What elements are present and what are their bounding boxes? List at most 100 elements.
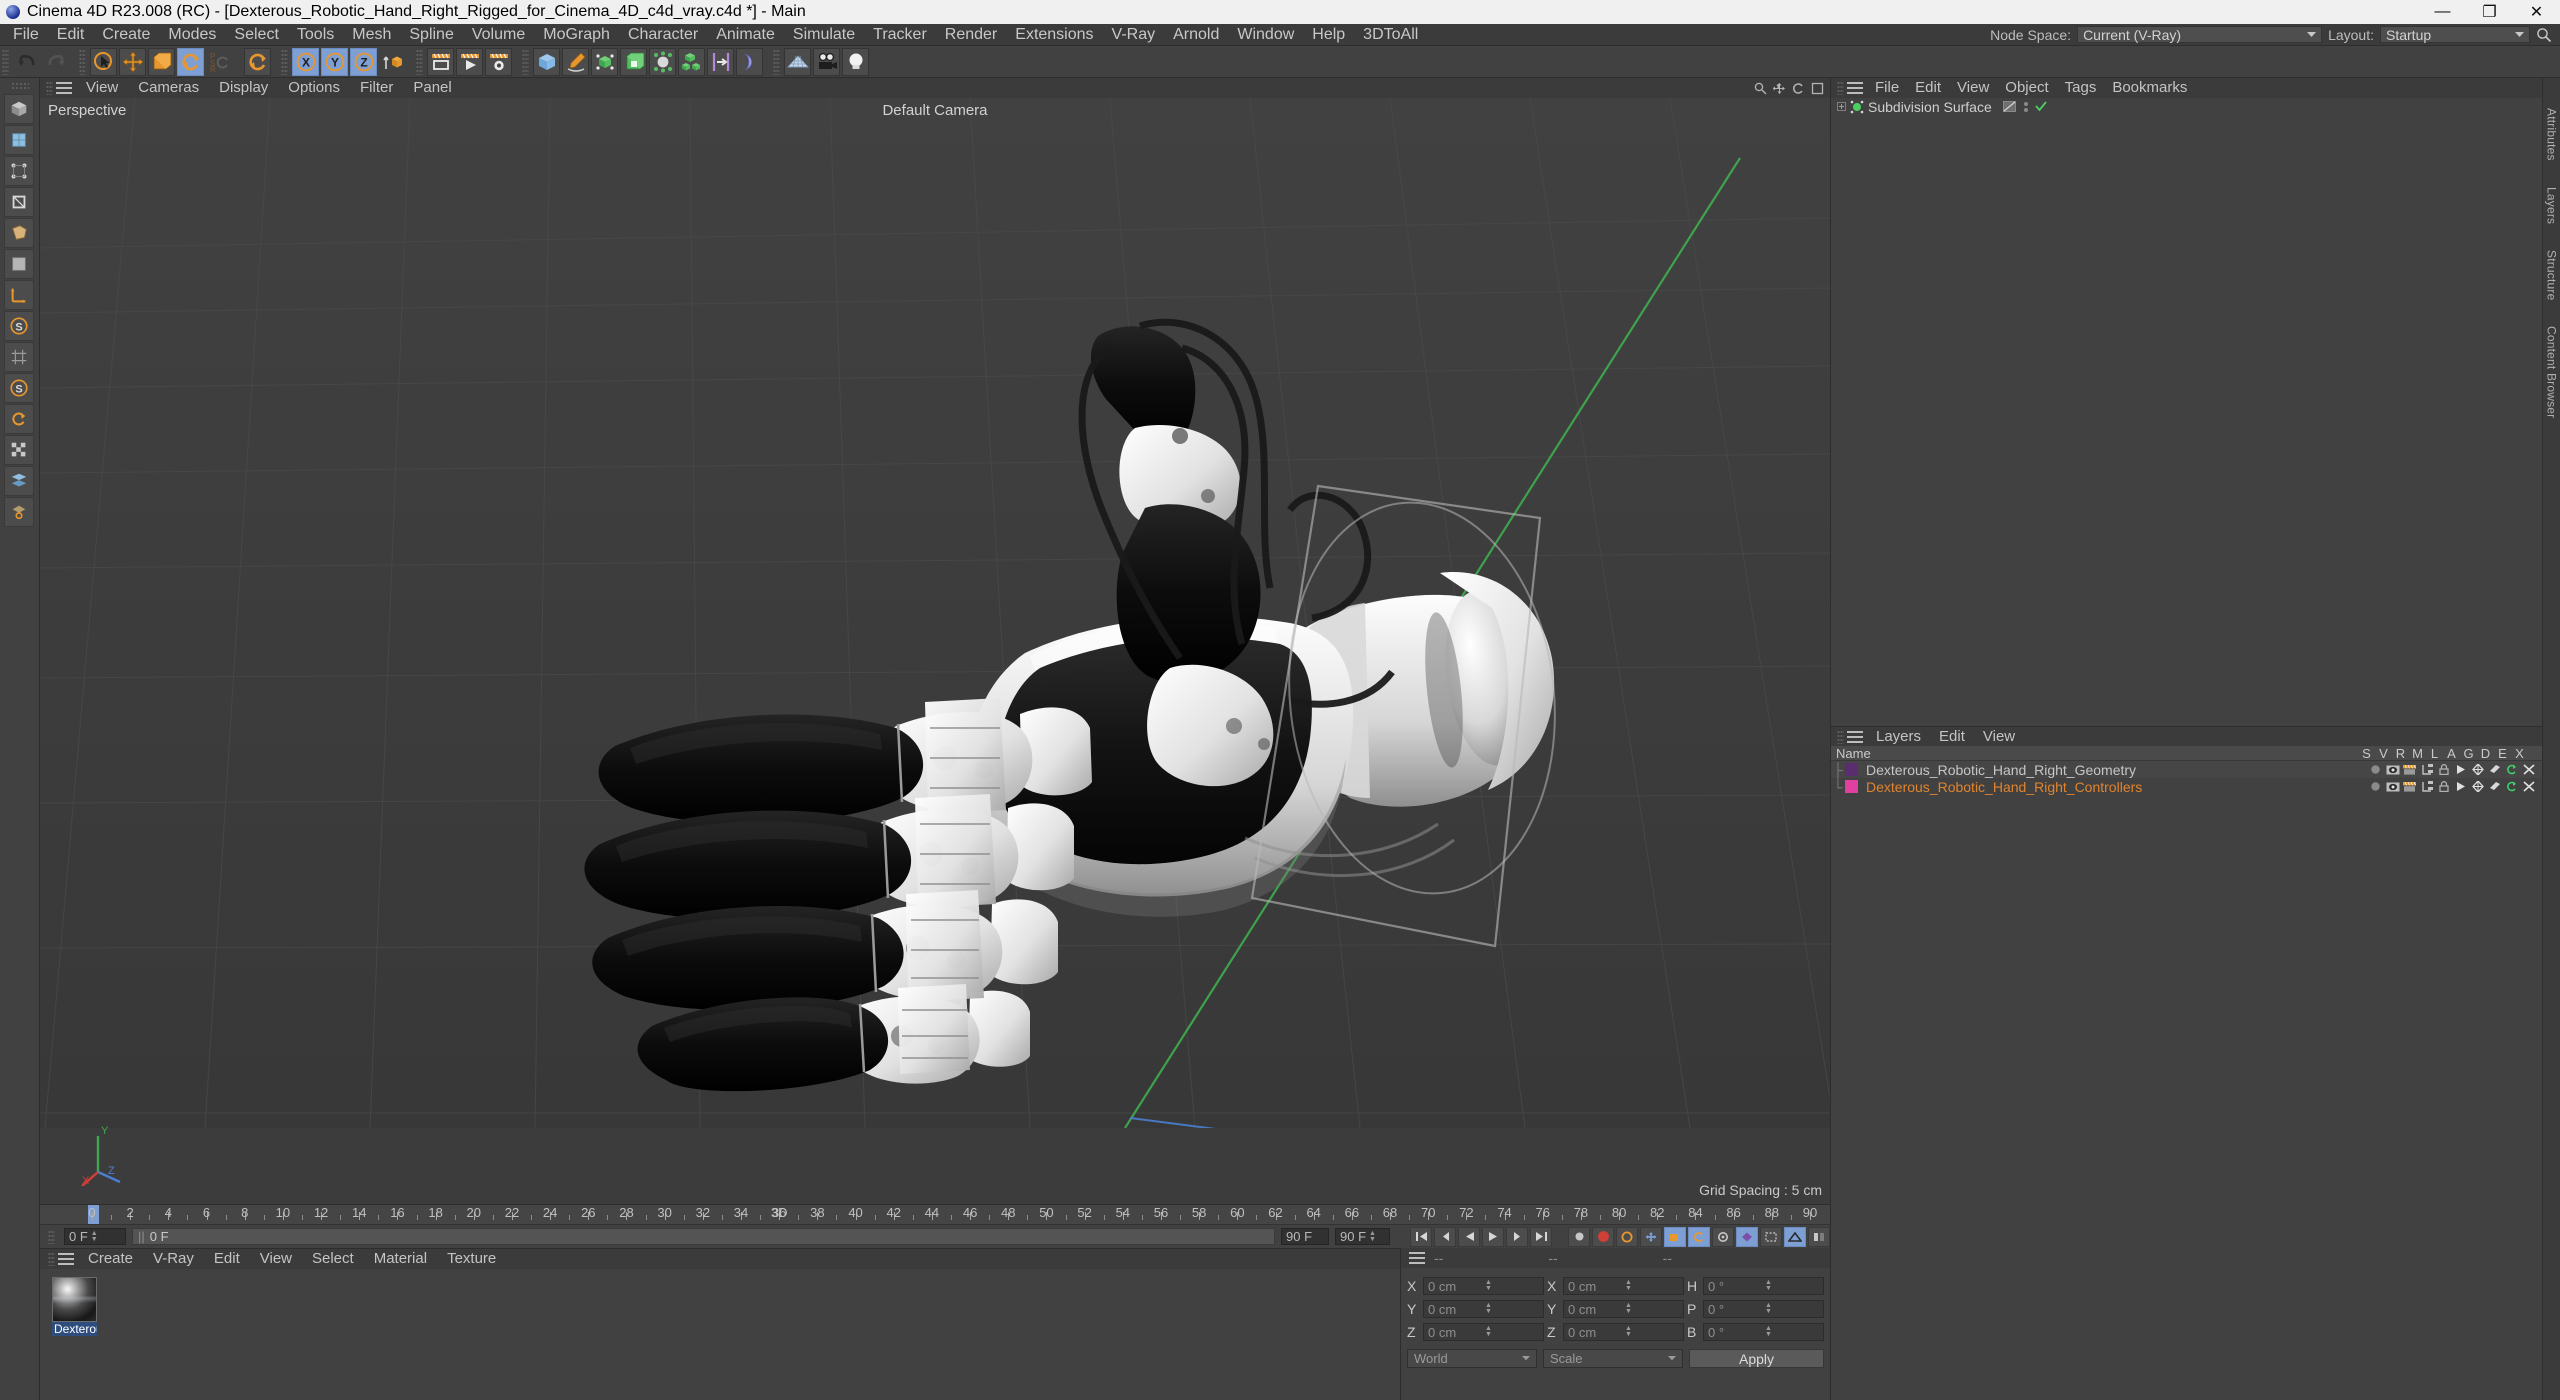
current-frame-spinner[interactable]: ▲ ▼ [91, 1230, 98, 1243]
minimize-button[interactable]: — [2419, 0, 2466, 24]
layer-menu-edit[interactable]: Edit [1930, 727, 1974, 747]
polygons-mode-button[interactable] [4, 218, 34, 248]
timeline-track-handle[interactable]: || [138, 1229, 145, 1244]
expand-icon[interactable] [1837, 102, 1846, 111]
axis-mode-button[interactable] [4, 280, 34, 310]
move-tool-button[interactable] [119, 47, 146, 76]
render-settings-button[interactable] [485, 47, 512, 76]
toolbar-grip[interactable] [2, 48, 9, 75]
rotation-p-field[interactable]: 0 ° ▲ ▼ [1703, 1300, 1824, 1318]
menu-simulate[interactable]: Simulate [784, 24, 864, 46]
material-menu-view[interactable]: View [250, 1249, 302, 1269]
viewport-hamburger-icon[interactable] [56, 82, 72, 94]
rotate-alt-button[interactable] [244, 47, 271, 76]
world-coordinate-button[interactable] [379, 48, 406, 76]
material-menu-vray[interactable]: V-Ray [143, 1249, 204, 1269]
layer-animation-icon[interactable] [2453, 780, 2468, 794]
object-enabled-check-icon[interactable] [2035, 101, 2047, 112]
material-menu-create[interactable]: Create [78, 1249, 143, 1269]
menu-mesh[interactable]: Mesh [343, 24, 400, 46]
viewport-menu-grip[interactable] [46, 81, 53, 95]
rotation-h-spinner[interactable]: ▲ ▼ [1765, 1279, 1819, 1292]
layer-deformer-icon[interactable] [2487, 763, 2502, 777]
menu-edit[interactable]: Edit [48, 24, 94, 46]
menu-help[interactable]: Help [1303, 24, 1354, 46]
timeline-grip[interactable] [48, 1229, 55, 1244]
mograph-button[interactable] [649, 47, 676, 76]
rotation-key-button[interactable] [1688, 1226, 1710, 1247]
viewport-menu-options[interactable]: Options [278, 78, 350, 98]
close-button[interactable]: ✕ [2513, 0, 2560, 24]
record-button[interactable] [1592, 1226, 1614, 1247]
go-to-end-button[interactable] [1530, 1226, 1552, 1247]
layer-generator-icon[interactable] [2470, 763, 2485, 777]
position-z-field[interactable]: 0 cm ▲ ▼ [1423, 1323, 1544, 1341]
material-menu-texture[interactable]: Texture [437, 1249, 506, 1269]
viewport-menu-cameras[interactable]: Cameras [128, 78, 209, 98]
light-button[interactable] [842, 47, 869, 76]
viewport-pan-icon[interactable] [1773, 82, 1786, 95]
record-active-objects-button[interactable] [1568, 1226, 1590, 1247]
menu-mograph[interactable]: MoGraph [534, 24, 619, 46]
material-hamburger-icon[interactable] [58, 1253, 74, 1265]
object-row-subdivision-surface[interactable]: Subdivision Surface [1831, 98, 2542, 115]
workplane-button[interactable]: S [4, 373, 34, 403]
layer-solo-icon[interactable] [2368, 780, 2383, 794]
material-menu-grip[interactable] [48, 1252, 55, 1266]
preview-end-spinner[interactable]: ▲ ▼ [1369, 1230, 1376, 1243]
object-tag-icon[interactable] [2002, 101, 2016, 112]
primitives-group-grip[interactable] [522, 48, 529, 75]
material-menu-material[interactable]: Material [364, 1249, 437, 1269]
enable-axis-button[interactable]: S [4, 311, 34, 341]
layout-dropdown[interactable]: Startup [2380, 26, 2530, 43]
position-y-spinner[interactable]: ▲ ▼ [1485, 1302, 1539, 1315]
scale-tool-button[interactable] [148, 47, 175, 76]
generator-button[interactable] [591, 47, 618, 76]
vtab-layers[interactable]: Layers [2545, 187, 2559, 224]
menu-3dtoall[interactable]: 3DToAll [1354, 24, 1427, 46]
layer-render-icon[interactable] [2402, 780, 2417, 794]
floor-button[interactable] [784, 47, 811, 76]
layer-manager-icon[interactable] [2419, 780, 2434, 794]
previous-frame-button[interactable] [1434, 1226, 1456, 1247]
menu-spline[interactable]: Spline [400, 24, 462, 46]
rotation-h-field[interactable]: 0 ° ▲ ▼ [1703, 1277, 1824, 1295]
layer-expression-icon[interactable] [2504, 780, 2519, 794]
menu-tools[interactable]: Tools [288, 24, 343, 46]
param-key-button[interactable] [1712, 1226, 1734, 1247]
subdivision-surface-button[interactable] [620, 47, 647, 76]
layer-lock-icon[interactable] [2436, 780, 2451, 794]
size-x-spinner[interactable]: ▲ ▼ [1625, 1279, 1679, 1292]
position-key-button[interactable] [1640, 1226, 1662, 1247]
range-end-field[interactable]: 90 F [1281, 1228, 1329, 1245]
position-z-spinner[interactable]: ▲ ▼ [1485, 1325, 1539, 1338]
size-z-spinner[interactable]: ▲ ▼ [1625, 1325, 1679, 1338]
timeline-track[interactable]: || 0 F [132, 1228, 1275, 1245]
enable-snapping-button[interactable] [4, 342, 34, 372]
texture-mode-button[interactable] [4, 125, 34, 155]
layer-list[interactable]: ├ Dexterous_Robotic_Hand_Right_Geometry [1831, 761, 2542, 795]
rotation-p-spinner[interactable]: ▲ ▼ [1765, 1302, 1819, 1315]
edges-mode-button[interactable] [4, 187, 34, 217]
viewport-menu-panel[interactable]: Panel [403, 78, 461, 98]
layer-animation-icon[interactable] [2453, 763, 2468, 777]
coordinates-hamburger-icon[interactable] [1409, 1252, 1425, 1264]
pla-key-button[interactable] [1736, 1226, 1758, 1247]
menu-file[interactable]: File [4, 24, 48, 46]
position-y-field[interactable]: 0 cm ▲ ▼ [1423, 1300, 1544, 1318]
camera-button[interactable] [813, 47, 840, 76]
keyframe-selection-button[interactable] [1760, 1226, 1782, 1247]
menu-window[interactable]: Window [1228, 24, 1303, 46]
layer-hamburger-icon[interactable] [1847, 730, 1863, 743]
node-space-dropdown[interactable]: Current (V-Ray) [2077, 26, 2323, 43]
play-reverse-button[interactable] [1458, 1226, 1480, 1247]
points-mode-button[interactable] [4, 156, 34, 186]
uv-mode-button[interactable] [4, 249, 34, 279]
object-tree[interactable]: Subdivision Surface [1831, 98, 2542, 726]
array-button[interactable] [678, 47, 705, 76]
viewport-maximize-icon[interactable] [1811, 82, 1824, 95]
layer-row[interactable]: └ Dexterous_Robotic_Hand_Right_Controlle… [1831, 778, 2542, 795]
object-menu-edit[interactable]: Edit [1907, 78, 1949, 98]
menu-select[interactable]: Select [225, 24, 287, 46]
axis-y-button[interactable]: Y [321, 47, 348, 76]
